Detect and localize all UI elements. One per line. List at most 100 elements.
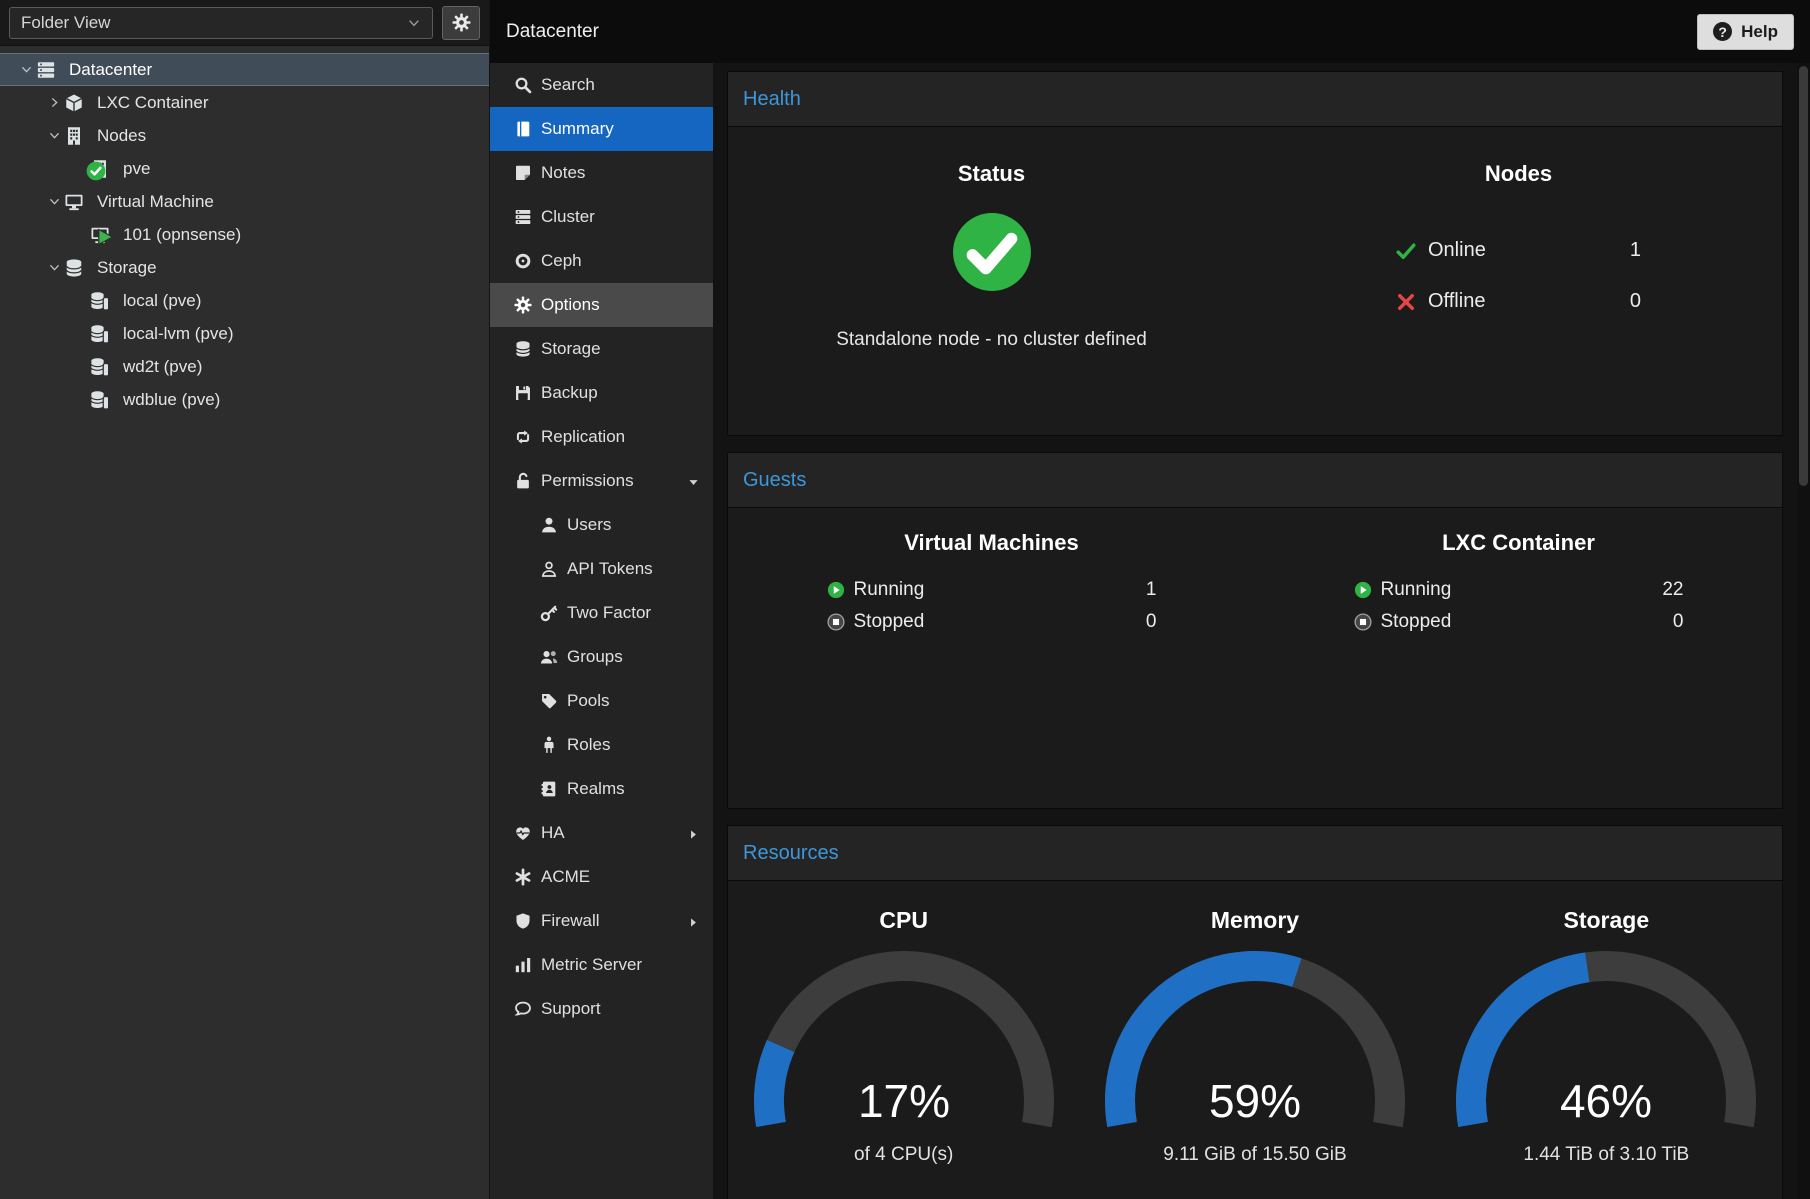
help-button[interactable]: ? Help: [1697, 14, 1794, 50]
menu-item-summary[interactable]: Summary: [490, 107, 713, 151]
offline-count: 0: [1630, 290, 1641, 313]
cpu-gauge-subtitle: of 4 CPU(s): [854, 1144, 953, 1166]
view-mode-value: Folder View: [21, 13, 110, 33]
chevron-down-icon: [687, 474, 701, 488]
check-badge-icon: [86, 161, 106, 181]
page-title: Datacenter: [506, 21, 599, 43]
comment-icon: [513, 999, 533, 1019]
chevron-down-icon[interactable]: [16, 63, 36, 76]
topbar: Datacenter ? Help: [490, 0, 1810, 63]
play-badge-icon: [95, 227, 115, 247]
guests-panel: Guests Virtual Machines Running 1: [727, 452, 1783, 809]
tree-item-label: Virtual Machine: [97, 192, 214, 212]
vm-title: Virtual Machines: [904, 530, 1078, 556]
vm-stopped-row: Stopped 0: [827, 606, 1157, 638]
nodes-column: Nodes Online 1 Offline 0: [1255, 127, 1782, 435]
menu-item-support[interactable]: Support: [490, 987, 713, 1031]
health-panel-header: Health: [728, 72, 1782, 127]
search-icon: [513, 75, 533, 95]
menu-item-backup[interactable]: Backup: [490, 371, 713, 415]
desktop-icon: [64, 192, 86, 212]
menu-item-options[interactable]: Options: [490, 283, 713, 327]
menu-item-acme[interactable]: ACME: [490, 855, 713, 899]
tree-item-storage[interactable]: Storage: [0, 251, 489, 284]
stop-circle-icon: [1354, 613, 1372, 631]
person-icon: [539, 735, 559, 755]
menu-item-permissions[interactable]: Permissions: [490, 459, 713, 503]
tree-item-storage-local[interactable]: local (pve): [0, 284, 489, 317]
tree-item-lxc-container[interactable]: LXC Container: [0, 86, 489, 119]
cross-icon: [1396, 292, 1416, 312]
tree-item-label: LXC Container: [97, 93, 209, 113]
menu-item-pools[interactable]: Pools: [490, 679, 713, 723]
storage-icon: [90, 390, 112, 410]
scrollbar-thumb[interactable]: [1799, 66, 1808, 486]
resources-panel-title: Resources: [743, 842, 839, 865]
view-mode-select[interactable]: Folder View: [9, 7, 433, 39]
vertical-scrollbar[interactable]: [1797, 63, 1810, 1199]
tree-item-virtual-machine[interactable]: Virtual Machine: [0, 185, 489, 218]
gear-icon: [452, 13, 471, 32]
menu-item-api-tokens[interactable]: API Tokens: [490, 547, 713, 591]
tree-item-nodes[interactable]: Nodes: [0, 119, 489, 152]
chevron-right-icon: [687, 914, 701, 928]
tree-item-vm-101[interactable]: 101 (opnsense): [0, 218, 489, 251]
menu-item-realms[interactable]: Realms: [490, 767, 713, 811]
cpu-gauge-title: CPU: [879, 907, 928, 934]
menu-item-metric-server[interactable]: Metric Server: [490, 943, 713, 987]
guests-panel-header: Guests: [728, 453, 1782, 508]
bar-chart-icon: [513, 955, 533, 975]
menu-item-notes[interactable]: Notes: [490, 151, 713, 195]
tree-item-storage-local-lvm[interactable]: local-lvm (pve): [0, 317, 489, 350]
chevron-down-icon[interactable]: [44, 195, 64, 208]
chevron-down-icon[interactable]: [44, 261, 64, 274]
play-circle-icon: [827, 581, 845, 599]
tree-item-storage-wdblue[interactable]: wdblue (pve): [0, 383, 489, 416]
menu-item-cluster[interactable]: Cluster: [490, 195, 713, 239]
menu-item-groups[interactable]: Groups: [490, 635, 713, 679]
book-icon: [513, 119, 533, 139]
node-online-icon: [90, 159, 112, 179]
floppy-icon: [513, 383, 533, 403]
menu-item-two-factor[interactable]: Two Factor: [490, 591, 713, 635]
storage-icon: [90, 324, 112, 344]
tree-item-storage-wd2t[interactable]: wd2t (pve): [0, 350, 489, 383]
tree-item-label: wdblue (pve): [123, 390, 220, 410]
tree-item-label: local (pve): [123, 291, 201, 311]
retweet-icon: [513, 427, 533, 447]
menu-item-replication[interactable]: Replication: [490, 415, 713, 459]
chevron-right-icon: [687, 826, 701, 840]
tree-item-label: wd2t (pve): [123, 357, 202, 377]
proxmox-window: Folder View Datacenter LXC Container: [0, 0, 1810, 1199]
shield-icon: [513, 911, 533, 931]
nodes-online-row: Online 1: [1396, 225, 1641, 276]
memory-gauge-subtitle: 9.11 GiB of 15.50 GiB: [1163, 1144, 1346, 1166]
chevron-right-icon[interactable]: [44, 96, 64, 109]
ceph-icon: [513, 251, 533, 271]
tree-item-label: pve: [123, 159, 150, 179]
lxc-title: LXC Container: [1442, 530, 1595, 556]
nodes-offline-row: Offline 0: [1396, 276, 1641, 327]
tree-item-pve[interactable]: pve: [0, 152, 489, 185]
chevron-down-icon[interactable]: [44, 129, 64, 142]
tree-item-label: Nodes: [97, 126, 146, 146]
menu-item-search[interactable]: Search: [490, 63, 713, 107]
menu-item-ha[interactable]: HA: [490, 811, 713, 855]
section-menu: Search Summary Notes Cluster Ceph: [490, 63, 713, 1199]
vm-running-label: Running: [854, 579, 925, 601]
cube-icon: [64, 93, 86, 113]
tree-settings-button[interactable]: [442, 6, 480, 40]
play-circle-icon: [1354, 581, 1372, 599]
lxc-running-row: Running 22: [1354, 574, 1684, 606]
menu-item-ceph[interactable]: Ceph: [490, 239, 713, 283]
tree-toolbar: Folder View: [0, 0, 489, 46]
menu-item-firewall[interactable]: Firewall: [490, 899, 713, 943]
memory-gauge: Memory 59% 9.11 GiB of 15.50 GiB: [1081, 907, 1429, 1199]
menu-item-storage[interactable]: Storage: [490, 327, 713, 371]
memory-gauge-title: Memory: [1211, 907, 1299, 934]
menu-item-users[interactable]: Users: [490, 503, 713, 547]
user-outline-icon: [539, 559, 559, 579]
storage-gauge-subtitle: 1.44 TiB of 3.10 TiB: [1523, 1144, 1689, 1166]
menu-item-roles[interactable]: Roles: [490, 723, 713, 767]
tree-item-datacenter[interactable]: Datacenter: [0, 53, 489, 86]
